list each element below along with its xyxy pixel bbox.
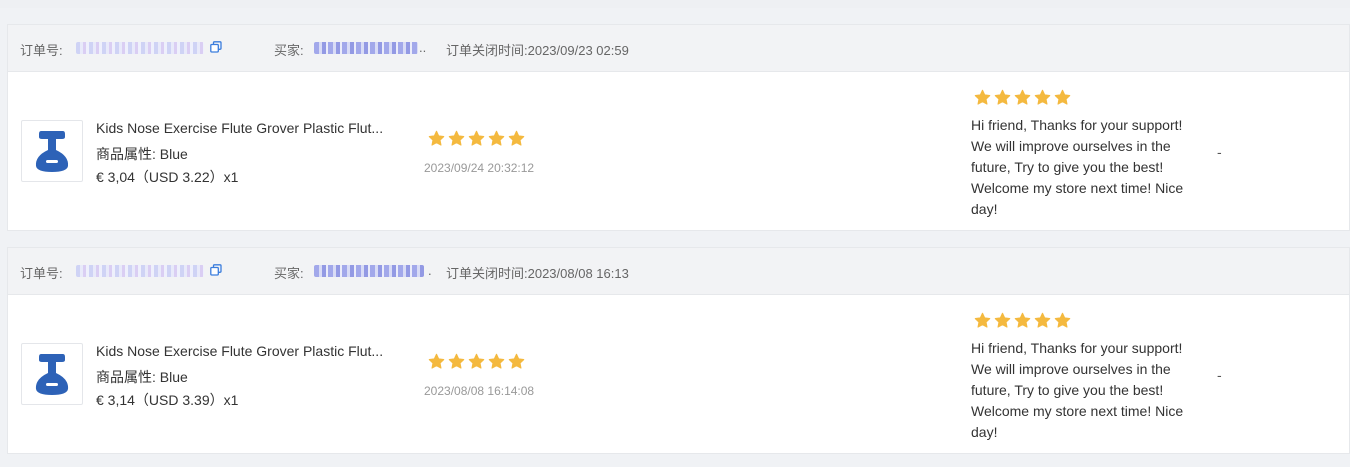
star-icon xyxy=(468,353,485,369)
buyer-name-ellipsis: . xyxy=(428,263,432,278)
order-number-redacted xyxy=(76,42,204,54)
top-band xyxy=(0,0,1350,8)
order-header: 订单号: 买家: . 订单关闭时间:2023/08/08 16:13 xyxy=(8,248,1349,295)
star-icon xyxy=(1014,89,1031,105)
star-icon xyxy=(994,312,1011,328)
evaluation-time: 2023/09/24 20:32:12 xyxy=(424,161,535,175)
star-icon xyxy=(488,353,505,369)
star-icon xyxy=(994,89,1011,105)
action-placeholder: - xyxy=(1217,367,1222,383)
buyer-rating-stars xyxy=(428,353,525,370)
product-title[interactable]: Kids Nose Exercise Flute Grover Plastic … xyxy=(96,120,383,136)
star-icon xyxy=(1014,312,1031,328)
product-price: € 3,14（USD 3.39）x1 xyxy=(96,392,239,408)
star-icon xyxy=(488,130,505,146)
star-icon xyxy=(448,353,465,369)
seller-rating-stars xyxy=(974,312,1071,329)
order-card: 订单号: 买家: . 订单关闭时间:2023/08/08 16:13 Kids … xyxy=(7,247,1350,454)
star-icon xyxy=(1054,89,1071,105)
product-title[interactable]: Kids Nose Exercise Flute Grover Plastic … xyxy=(96,343,383,359)
product-price: € 3,04（USD 3.22）x1 xyxy=(96,169,239,185)
buyer-label: 买家: xyxy=(274,43,304,58)
product-thumbnail[interactable] xyxy=(21,120,83,182)
buyer-name-ellipsis: .. xyxy=(419,40,427,55)
order-number-label: 订单号: xyxy=(20,43,63,58)
buyer-name-redacted[interactable] xyxy=(314,42,418,54)
product-thumbnail[interactable] xyxy=(21,343,83,405)
star-icon xyxy=(508,353,525,369)
product-attribute: 商品属性: Blue xyxy=(96,146,188,162)
star-icon xyxy=(974,89,991,105)
buyer-name-redacted[interactable] xyxy=(314,265,424,277)
buyer-label: 买家: xyxy=(274,266,304,281)
copy-icon[interactable] xyxy=(210,264,222,276)
action-placeholder: - xyxy=(1217,144,1222,160)
star-icon xyxy=(508,130,525,146)
star-icon xyxy=(468,130,485,146)
star-icon xyxy=(1034,312,1051,328)
star-icon xyxy=(1054,312,1071,328)
order-body: Kids Nose Exercise Flute Grover Plastic … xyxy=(8,72,1349,232)
copy-icon[interactable] xyxy=(210,41,222,53)
star-icon xyxy=(1034,89,1051,105)
flute-product-icon xyxy=(35,354,69,395)
star-icon xyxy=(428,130,445,146)
order-body: Kids Nose Exercise Flute Grover Plastic … xyxy=(8,295,1349,455)
order-number-redacted xyxy=(76,265,204,277)
order-close-time: 订单关闭时间:2023/08/08 16:13 xyxy=(446,266,629,281)
seller-reply: Hi friend, Thanks for your support! We w… xyxy=(971,340,1184,440)
evaluation-time: 2023/08/08 16:14:08 xyxy=(424,384,535,398)
star-icon xyxy=(448,130,465,146)
product-attribute: 商品属性: Blue xyxy=(96,369,188,385)
star-icon xyxy=(974,312,991,328)
order-close-time: 订单关闭时间:2023/09/23 02:59 xyxy=(446,43,629,58)
flute-product-icon xyxy=(35,131,69,172)
order-header: 订单号: 买家: .. 订单关闭时间:2023/09/23 02:59 xyxy=(8,25,1349,72)
seller-rating-stars xyxy=(974,89,1071,106)
star-icon xyxy=(428,353,445,369)
order-card: 订单号: 买家: .. 订单关闭时间:2023/09/23 02:59 Kids… xyxy=(7,24,1350,231)
buyer-rating-stars xyxy=(428,130,525,147)
order-number-label: 订单号: xyxy=(20,266,63,281)
seller-reply: Hi friend, Thanks for your support! We w… xyxy=(971,117,1184,217)
